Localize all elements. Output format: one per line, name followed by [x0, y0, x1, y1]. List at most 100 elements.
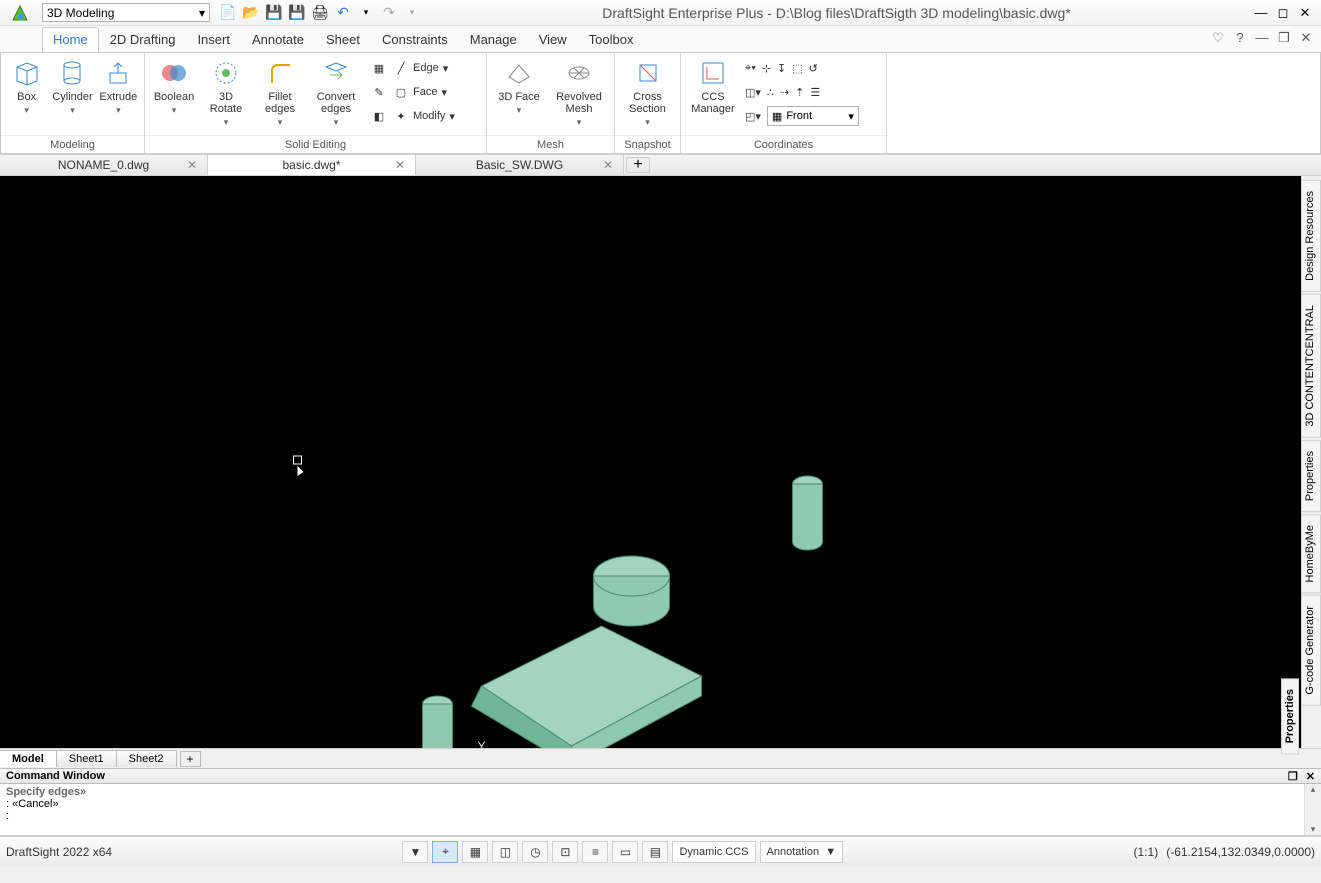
ccs-x-icon[interactable]: ⇢: [780, 81, 789, 103]
close-icon[interactable]: ✕: [1297, 5, 1313, 21]
close-tab-icon[interactable]: ✕: [603, 158, 613, 172]
sb-polar-icon[interactable]: ◷: [522, 841, 548, 863]
3d-face-button[interactable]: 3D Face▾: [493, 57, 545, 116]
chevron-down-icon: ▾: [848, 110, 854, 123]
3d-rotate-button[interactable]: 3D Rotate▾: [203, 57, 249, 128]
ccs-z-icon[interactable]: ↧: [777, 57, 786, 79]
tab-insert[interactable]: Insert: [186, 27, 241, 52]
sheet-tabs: Model Sheet1 Sheet2 +: [0, 748, 1321, 768]
cylinder-button[interactable]: Cylinder▾: [52, 57, 92, 116]
command-window-body[interactable]: Specify edges» : «Cancel» : ▴▾: [0, 784, 1321, 836]
tab-2d-drafting[interactable]: 2D Drafting: [99, 27, 187, 52]
redo-dd-icon[interactable]: ▾: [404, 5, 420, 21]
app-title: DraftSight Enterprise Plus - D:\Blog fil…: [420, 5, 1253, 21]
side-homebyme[interactable]: HomeByMe: [1301, 514, 1321, 593]
open-icon[interactable]: 📂: [243, 5, 259, 21]
boolean-button[interactable]: Boolean▾: [151, 57, 197, 116]
convert-edges-button[interactable]: Convert edges▾: [311, 57, 361, 128]
ccs-y-icon[interactable]: ⇡: [795, 81, 804, 103]
doc-tab-basicsw[interactable]: Basic_SW.DWG✕: [416, 155, 624, 175]
ccs-origin-icon[interactable]: ⊹: [762, 57, 771, 79]
saveall-icon[interactable]: 💾: [289, 5, 305, 21]
sb-ortho-icon[interactable]: ◫: [492, 841, 518, 863]
sb-annotation[interactable]: Annotation ▼: [760, 841, 844, 863]
cross-section-button[interactable]: Cross Section▾: [621, 57, 674, 128]
undo-icon[interactable]: ↶: [335, 5, 351, 21]
ccs-prev-icon[interactable]: ↺: [809, 57, 818, 79]
ccs-manager-button[interactable]: CCS Manager: [687, 57, 739, 115]
side-design-resources[interactable]: Design Resources: [1301, 180, 1321, 292]
axis-y-label: Y: [478, 739, 486, 748]
new-icon[interactable]: 📄: [220, 5, 236, 21]
tab-sheet[interactable]: Sheet: [315, 27, 371, 52]
sb-esnap-icon[interactable]: ⊡: [552, 841, 578, 863]
ccs-view-icon[interactable]: ⬚: [792, 57, 802, 79]
tab-home[interactable]: Home: [42, 27, 99, 52]
sb-etrack-icon[interactable]: ≡: [582, 841, 608, 863]
mdi-close-icon[interactable]: ✕: [1299, 30, 1313, 46]
print-icon[interactable]: 🖨: [312, 5, 328, 21]
sb-filter-icon[interactable]: ▼: [402, 841, 428, 863]
fillet-edges-button[interactable]: Fillet edges▾: [255, 57, 305, 128]
ccs-face-icon[interactable]: ◫▾: [745, 81, 761, 103]
save-icon[interactable]: 💾: [266, 5, 282, 21]
small-edit-2[interactable]: ✎: [371, 81, 387, 103]
ribbon: Box▾ Cylinder▾ Extrude▾ Modeling Boolean…: [0, 52, 1321, 154]
sb-grid-icon[interactable]: ▦: [462, 841, 488, 863]
cmd-restore-icon[interactable]: ❐: [1288, 771, 1298, 783]
sb-dynamic-ccs[interactable]: Dynamic CCS: [672, 841, 755, 863]
ccs-world-icon[interactable]: ⌖▾: [745, 57, 756, 79]
side-3d-contentcentral[interactable]: 3D CONTENTCENTRAL: [1301, 294, 1321, 438]
heart-icon[interactable]: ♡: [1211, 30, 1225, 46]
sheet-1[interactable]: Sheet1: [57, 750, 117, 767]
tab-manage[interactable]: Manage: [459, 27, 528, 52]
tab-view[interactable]: View: [528, 27, 578, 52]
ccs-3pt-icon[interactable]: ∴: [767, 81, 774, 103]
sheet-model[interactable]: Model: [0, 750, 57, 767]
tab-constraints[interactable]: Constraints: [371, 27, 459, 52]
side-gcode[interactable]: G-code Generator: [1301, 595, 1321, 706]
viewport-3d[interactable]: Y X Z: [0, 176, 1301, 748]
panel-snapshot-label: Snapshot: [615, 135, 680, 153]
small-edit-1[interactable]: ▦: [371, 57, 387, 79]
tab-toolbox[interactable]: Toolbox: [578, 27, 645, 52]
mdi-minimize-icon[interactable]: —: [1255, 30, 1269, 46]
redo-icon[interactable]: ↷: [381, 5, 397, 21]
side-properties[interactable]: Properties: [1301, 440, 1321, 512]
tab-annotate[interactable]: Annotate: [241, 27, 315, 52]
cmd-scrollbar[interactable]: ▴▾: [1304, 784, 1321, 835]
minimize-icon[interactable]: —: [1253, 5, 1269, 21]
edge-button[interactable]: ╱Edge▾: [393, 57, 455, 79]
ccs-named-icon[interactable]: ☰: [810, 81, 820, 103]
close-tab-icon[interactable]: ✕: [187, 158, 197, 172]
close-tab-icon[interactable]: ✕: [395, 158, 405, 172]
sb-lwt-icon[interactable]: ▭: [612, 841, 638, 863]
add-sheet-button[interactable]: +: [180, 751, 201, 767]
status-bar: DraftSight 2022 x64 ▼ ⌖ ▦ ◫ ◷ ⊡ ≡ ▭ ▤ Dy…: [0, 836, 1321, 866]
sb-snap-icon[interactable]: ⌖: [432, 841, 458, 863]
doc-tab-basic[interactable]: basic.dwg*✕: [208, 155, 416, 175]
extrude-button[interactable]: Extrude▾: [99, 57, 138, 116]
undo-dd-icon[interactable]: ▾: [358, 5, 374, 21]
sheet-2[interactable]: Sheet2: [117, 750, 177, 767]
revolved-mesh-button[interactable]: Revolved Mesh▾: [551, 57, 607, 128]
maximize-icon[interactable]: ◻: [1275, 5, 1291, 21]
modify-button[interactable]: ✦Modify▾: [393, 105, 455, 127]
cmd-close-icon[interactable]: ✕: [1306, 771, 1315, 783]
box-button[interactable]: Box▾: [7, 57, 46, 116]
panel-modeling-label: Modeling: [1, 135, 144, 153]
status-scale: (1:1): [1134, 845, 1159, 859]
doc-tab-noname[interactable]: NONAME_0.dwg✕: [0, 155, 208, 175]
help-icon[interactable]: ?: [1233, 30, 1247, 46]
workspace-dropdown[interactable]: 3D Modeling ▾: [42, 3, 210, 22]
face-button[interactable]: ▢Face▾: [393, 81, 455, 103]
side-properties-active[interactable]: Properties: [1281, 678, 1299, 754]
panel-coordinates-label: Coordinates: [681, 135, 886, 153]
add-tab-button[interactable]: +: [626, 157, 650, 173]
mdi-restore-icon[interactable]: ❐: [1277, 30, 1291, 46]
ccs-view-dropdown[interactable]: ▦ Front ▾: [767, 106, 859, 126]
small-edit-3[interactable]: ◧: [371, 105, 387, 127]
sb-qinput-icon[interactable]: ▤: [642, 841, 668, 863]
ccs-entity-icon[interactable]: ◰▾: [745, 105, 761, 127]
panel-mesh-label: Mesh: [487, 135, 614, 153]
